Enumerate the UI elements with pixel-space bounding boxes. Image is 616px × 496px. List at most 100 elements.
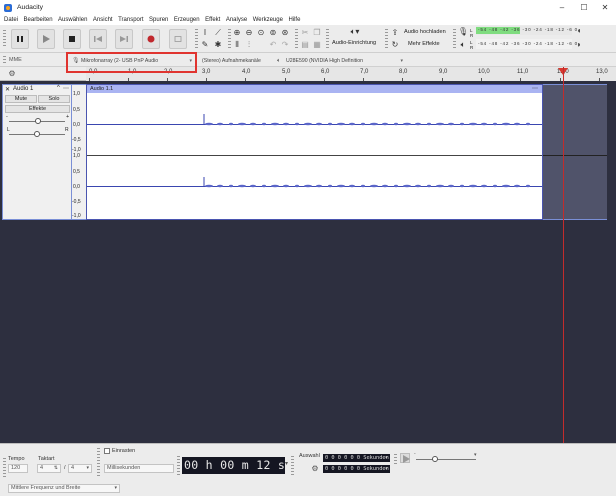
paste-icon[interactable]: ▤ — [300, 40, 310, 50]
selection-end-display[interactable]: 0 0 0 0 0 0 Sekunden ▾ — [323, 465, 390, 473]
skip-start-button[interactable] — [89, 29, 107, 49]
ruler-tick: 11,0 — [517, 69, 529, 75]
track-name[interactable]: Audio 1 — [13, 86, 33, 92]
gain-slider-thumb[interactable] — [35, 118, 41, 124]
menu-auswaehlen[interactable]: Auswählen — [58, 17, 87, 23]
audio-host-select[interactable]: MME — [9, 57, 22, 63]
playback-device-select[interactable]: 🔈︎ U28E590 (NVIDIA High Definition ▾ — [275, 55, 407, 66]
menu-effekt[interactable]: Effekt — [205, 17, 220, 23]
spectral-selection-select[interactable]: Mittlere Frequenz und Breite ▾ — [8, 484, 120, 493]
menu-datei[interactable]: Datei — [4, 17, 18, 23]
chevron-down-icon[interactable]: ▾ — [474, 452, 477, 458]
audio-setup-button[interactable]: 🔈︎▾ Audio-Einrichtung — [330, 27, 382, 51]
silence-icon[interactable]: ⫶ — [244, 40, 254, 50]
menu-transport[interactable]: Transport — [118, 17, 143, 23]
playback-meter[interactable]: -54 -48 -42 -36 -30 -24 -18 -12 -6 0 — [476, 39, 577, 49]
stop-button[interactable] — [63, 29, 81, 49]
menu-erzeugen[interactable]: Erzeugen — [174, 17, 200, 23]
draw-tool-icon[interactable]: ✎ — [200, 40, 210, 50]
toolbar-grip[interactable] — [195, 29, 198, 49]
more-effects-button[interactable]: ↻ Mehr Effekte — [390, 39, 450, 50]
menu-spuren[interactable]: Spuren — [149, 17, 168, 23]
time-signature-numerator[interactable]: 4 ⇅ — [37, 464, 61, 473]
waveform-blob — [337, 122, 345, 126]
close-button[interactable]: ✕ — [594, 0, 616, 15]
skip-end-button[interactable] — [115, 29, 133, 49]
record-button[interactable] — [142, 29, 160, 49]
zoom-toggle-icon[interactable]: ⊛ — [280, 28, 290, 38]
audio-clip[interactable]: Audio 1.1 ⋯ — [86, 84, 543, 220]
timeline-ruler[interactable]: ⚙ 0,0 1,0 2,0 3,0 4,0 5,0 6,0 7,0 8,0 9,… — [0, 67, 616, 81]
toolbar-grip[interactable] — [385, 29, 388, 49]
track-control-panel[interactable]: ✕ Audio 1 ^ ⋯ Mute Solo Effekte - + L R — [2, 84, 72, 220]
envelope-tool-icon[interactable]: ⟋ — [213, 28, 223, 38]
menu-hilfe[interactable]: Hilfe — [288, 17, 300, 23]
timeline-scale[interactable]: 0,0 1,0 2,0 3,0 4,0 5,0 6,0 7,0 8,0 9,0 … — [86, 67, 616, 81]
ruler-tick: 8,0 — [399, 69, 408, 75]
toolbar-grip[interactable] — [295, 29, 298, 49]
microphone-icon[interactable]: 🎙︎ — [458, 27, 468, 37]
toolbar-grip[interactable] — [228, 29, 231, 49]
effects-button[interactable]: Effekte — [5, 105, 70, 113]
menu-werkzeuge[interactable]: Werkzeuge — [253, 17, 283, 23]
record-meter[interactable]: -54 -48 -42 -36 -30 -24 -18 -12 -6 0 — [476, 26, 577, 35]
pause-button[interactable] — [11, 29, 29, 49]
time-display-menu-icon[interactable]: ▾ — [285, 460, 288, 467]
toolbar-grip[interactable] — [3, 56, 6, 65]
empty-track-region[interactable] — [543, 84, 607, 220]
trim-icon[interactable]: ⫴ — [232, 40, 242, 50]
speaker-meter-icon[interactable]: 🔈︎ — [458, 40, 468, 50]
menu-analyse[interactable]: Analyse — [226, 17, 247, 23]
track-menu-icon[interactable]: ⋯ — [63, 85, 69, 92]
playback-speed-thumb[interactable] — [432, 456, 438, 462]
share-audio-button[interactable]: ⇪ Audio hochladen — [390, 27, 450, 38]
playback-speed-slider[interactable] — [416, 459, 476, 460]
toolbar-grip[interactable] — [291, 456, 294, 476]
collapse-track-icon[interactable]: ^ — [57, 85, 60, 91]
track-close-icon[interactable]: ✕ — [5, 86, 10, 93]
multi-tool-icon[interactable]: ✱ — [213, 40, 223, 50]
playback-volume-icon[interactable]: ◗ — [574, 40, 584, 50]
selection-tool-icon[interactable]: I — [200, 28, 210, 38]
time-display[interactable]: 00 h 00 m 12 s — [182, 457, 285, 474]
timeline-settings-gear-icon[interactable]: ⚙ — [7, 69, 17, 79]
snap-checkbox[interactable] — [104, 448, 110, 454]
zoom-in-icon[interactable]: ⊕ — [232, 28, 242, 38]
minimize-button[interactable]: – — [551, 0, 573, 15]
selection-settings-gear-icon[interactable]: ⚙ — [310, 464, 320, 474]
mute-button[interactable]: Mute — [5, 95, 37, 103]
fit-project-icon[interactable]: ⊚ — [268, 28, 278, 38]
play-button[interactable] — [37, 29, 55, 49]
toolbar-grip[interactable] — [177, 456, 180, 476]
recording-device-value: Mikrofonarray (2- USB PnP Audio — [81, 58, 159, 64]
loop-button[interactable] — [169, 29, 187, 49]
snap-unit-select[interactable]: Millisekunden — [104, 464, 174, 473]
toolbar-grip[interactable] — [97, 448, 100, 478]
selection-start-display[interactable]: 0 0 0 0 0 0 Sekunden ▾ — [323, 454, 390, 462]
toolbar-grip[interactable] — [326, 29, 329, 49]
play-at-speed-button[interactable] — [400, 453, 410, 463]
cut-icon[interactable]: ✂ — [300, 28, 310, 38]
maximize-button[interactable]: ☐ — [573, 0, 595, 15]
zoom-out-icon[interactable]: ⊖ — [244, 28, 254, 38]
vertical-amplitude-scale[interactable]: 1,0 0,5 0,0 -0,5 -1,0 1,0 0,5 0,0 -0,5 -… — [72, 84, 86, 220]
undo-icon[interactable]: ↶ — [268, 40, 278, 50]
tempo-input[interactable]: 120 — [8, 464, 28, 473]
menu-bearbeiten[interactable]: Bearbeiten — [24, 17, 53, 23]
copy-icon[interactable]: ❐ — [312, 28, 322, 38]
toolbar-grip[interactable] — [453, 29, 456, 49]
toolbar-grip[interactable] — [394, 454, 397, 464]
waveform-blob — [514, 184, 520, 188]
toolbar-grip[interactable] — [3, 30, 6, 48]
sync-lock-icon[interactable]: ▦ — [312, 40, 322, 50]
recording-device-select[interactable]: 🎙︎ Mikrofonarray (2- USB PnP Audio ▾ — [70, 55, 196, 66]
menu-ansicht[interactable]: Ansicht — [93, 17, 113, 23]
pan-slider-thumb[interactable] — [34, 131, 40, 137]
solo-button[interactable]: Solo — [38, 95, 70, 103]
toolbar-grip[interactable] — [3, 458, 6, 478]
fit-selection-icon[interactable]: ⊙ — [256, 28, 266, 38]
record-volume-icon[interactable]: ◖ — [574, 26, 584, 36]
recording-channels-select[interactable]: (Stereo) Aufnahmekanäle — [198, 55, 270, 66]
time-signature-denominator[interactable]: 4 ▾ — [68, 464, 92, 473]
redo-icon[interactable]: ↷ — [280, 40, 290, 50]
